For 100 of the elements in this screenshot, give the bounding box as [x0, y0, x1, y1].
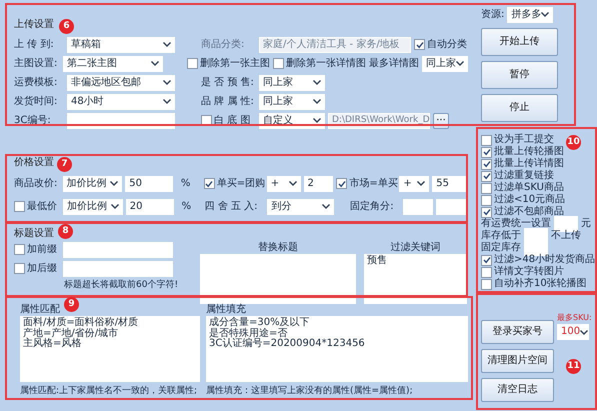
caret-icon [580, 330, 588, 334]
section-title: 上传设置 [14, 19, 54, 31]
dropdown[interactable]: 同上家 [259, 74, 325, 90]
caret-icon [541, 12, 550, 17]
input-field: 家庭/个人清洁工具 - 家务/地板 [259, 36, 411, 52]
checkbox-label: 最低价 [27, 200, 57, 212]
checkbox-label: 设为手工提交 [494, 134, 554, 146]
checkbox-label: 自动补齐10张轮播图 [494, 278, 587, 290]
field-label: 运费模板: [14, 76, 58, 88]
checkbox[interactable] [14, 244, 25, 255]
dropdown[interactable]: 草稿箱 [67, 36, 175, 52]
caret-icon [417, 181, 426, 186]
dropdown[interactable]: 加价比例 [62, 176, 122, 192]
dropdown[interactable]: + [266, 176, 301, 192]
text-area[interactable]: 成分含量=30%及以下 是否特殊用途=否 3C认证编号=20200904*123456 [206, 316, 468, 382]
action-button[interactable]: 清空日志 [481, 378, 554, 402]
action-button[interactable]: 开始上传 [481, 28, 558, 56]
checkbox[interactable] [481, 158, 492, 170]
field-label: 元 [581, 218, 591, 230]
note-text: 属性匹配:上下家属性名不一致的，关联属性; [20, 386, 198, 397]
dropdown[interactable]: 48小时 [67, 94, 175, 110]
caret-icon [313, 118, 321, 123]
checkbox-label: 单买=团购 [216, 178, 266, 190]
checkbox[interactable] [481, 266, 492, 278]
dropdown[interactable]: 加价比例 [62, 198, 123, 214]
caret-icon [313, 99, 321, 104]
checkbox[interactable] [481, 182, 492, 194]
checkbox-label: 过滤不包邮商品 [494, 206, 564, 218]
caret-icon [163, 42, 171, 47]
note-text: 属性填充：这里填写上家没有的属性(属性=属性值); [206, 386, 414, 397]
caret-icon [456, 61, 464, 66]
text-area[interactable]: 预售 [364, 254, 467, 304]
checkbox-label: 删除第一张详情图 [286, 58, 366, 70]
caret-icon [322, 204, 330, 209]
checkbox-label: 过滤单SKU商品 [494, 182, 564, 194]
checkbox[interactable] [481, 170, 492, 182]
input-field[interactable]: 55 [432, 176, 468, 192]
checkbox-label: 加后缀 [27, 262, 57, 274]
dropdown[interactable]: + [399, 176, 430, 192]
text-area[interactable]: 面料/材质=面料俗称/材质 产地=产地/省份/城市 主风格=风格 [20, 316, 200, 382]
text-line: 3C认证编号=20200904*123456 [209, 339, 366, 350]
caret-icon [313, 80, 321, 85]
checkbox[interactable] [414, 39, 425, 50]
field-label: % [180, 178, 192, 190]
field-label: 最多SKU: [557, 313, 592, 323]
input-field[interactable]: 20 [126, 198, 174, 214]
checkbox-label: 加前缀 [27, 244, 57, 256]
text-line: 主风格=风格 [23, 339, 82, 350]
column-header: 属性填充 [206, 304, 246, 316]
text-line: 面料/材质=面料俗称/材质 [23, 318, 140, 328]
field-label: 最多详情图 [369, 58, 419, 70]
dropdown[interactable]: 到分 [267, 198, 334, 214]
field-label: 是 否 预 售: [201, 76, 255, 88]
field-label: 四 舍 五 入: [204, 200, 258, 212]
action-button[interactable]: 停止 [481, 94, 558, 122]
checkbox[interactable] [481, 146, 492, 158]
checkbox[interactable] [481, 254, 492, 266]
dropdown[interactable]: 第二张主图 [62, 56, 163, 72]
checkbox[interactable] [14, 263, 25, 274]
annotation-badge: 9 [64, 297, 79, 312]
field-label: 3C编号: [14, 114, 52, 126]
input-field[interactable]: 50 [125, 176, 173, 192]
input-field[interactable]: 2 [304, 176, 334, 192]
field-label: 商品改价: [14, 178, 58, 190]
checkbox[interactable] [273, 58, 284, 69]
dropdown[interactable]: 同上家 [422, 56, 468, 72]
text-line: 是否特殊用途=否 [209, 328, 288, 338]
input-field[interactable] [63, 242, 173, 258]
caret-icon [110, 204, 119, 209]
checkbox[interactable] [481, 194, 492, 206]
dropdown[interactable]: 同上家 [259, 94, 325, 110]
checkbox[interactable] [204, 178, 215, 189]
action-button[interactable]: 暂停 [481, 61, 558, 89]
field-label: 品 牌 属 性: [201, 96, 255, 108]
dropdown[interactable]: 非偏远地区包邮 [67, 74, 175, 90]
checkbox-label: 过滤<10元商品 [494, 194, 566, 206]
input-field[interactable] [403, 198, 434, 214]
checkbox-label: 批量上传详情图 [494, 158, 564, 170]
checkbox[interactable] [481, 278, 492, 290]
text-area[interactable] [200, 254, 356, 304]
annotation-badge: 6 [59, 19, 74, 34]
input-field[interactable] [63, 260, 173, 276]
field-label: 商品分类: [201, 38, 246, 50]
checkbox-label: 批量上传轮播图 [494, 146, 564, 158]
field-label: 库存低于 [481, 230, 521, 242]
input-field[interactable] [436, 198, 468, 214]
checkbox[interactable] [481, 134, 492, 146]
field-label: 主图设置: [14, 58, 58, 70]
action-button[interactable]: 登录买家号 [481, 320, 554, 344]
dropdown[interactable]: 拼多多 [507, 6, 554, 22]
checkbox[interactable] [336, 178, 348, 189]
checkbox[interactable] [187, 58, 198, 69]
checkbox[interactable] [14, 201, 25, 212]
checkbox[interactable] [481, 206, 492, 218]
annotation-badge: 8 [58, 224, 73, 239]
caret-icon [163, 99, 171, 104]
section-title: 标题设置 [14, 228, 54, 240]
dropdown[interactable]: 100 [557, 324, 589, 340]
action-button[interactable]: 清理图片空间 [481, 349, 554, 373]
note-text: 标题超长将截取前60个字符! [63, 280, 180, 291]
